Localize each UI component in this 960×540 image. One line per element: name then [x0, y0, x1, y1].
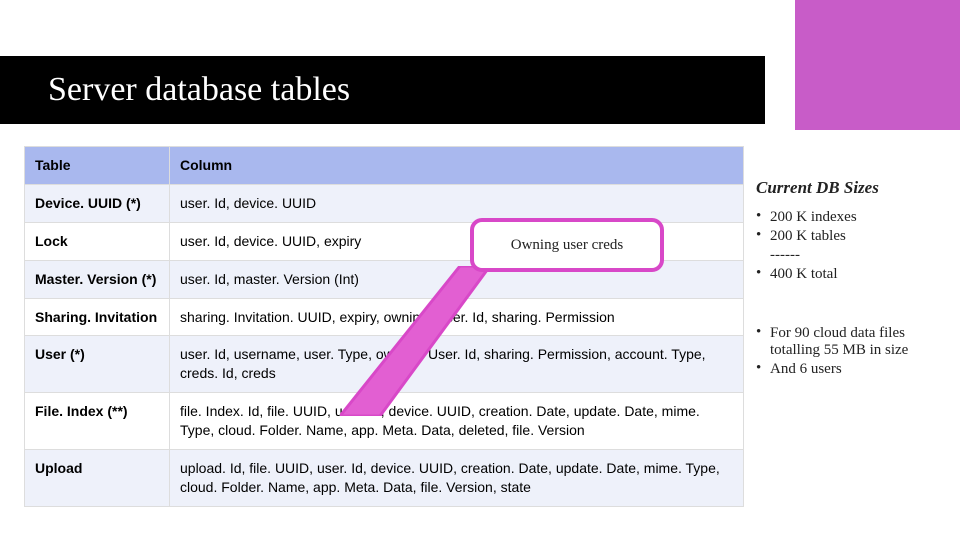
- db-sizes-sidebar: Current DB Sizes 200 K indexes 200 K tab…: [756, 146, 936, 507]
- table-name-cell: Device. UUID (*): [25, 184, 170, 222]
- col-header-table: Table: [25, 147, 170, 185]
- list-item: 200 K tables: [756, 227, 936, 246]
- list-item: ------: [756, 246, 936, 265]
- db-sizes-heading: Current DB Sizes: [756, 178, 936, 198]
- list-item: 200 K indexes: [756, 208, 936, 227]
- owning-user-creds-callout: Owning user creds: [470, 218, 664, 272]
- db-sizes-list-1: 200 K indexes 200 K tables ------ 400 K …: [756, 208, 936, 284]
- table-name-cell: Upload: [25, 450, 170, 507]
- table-name-cell: User (*): [25, 336, 170, 393]
- table-row: Device. UUID (*) user. Id, device. UUID: [25, 184, 744, 222]
- list-item: For 90 cloud data files totalling 55 MB …: [756, 324, 936, 360]
- table-cols-cell: user. Id, device. UUID: [170, 184, 744, 222]
- list-item: And 6 users: [756, 360, 936, 379]
- slide-title-bar: Server database tables: [0, 56, 765, 124]
- table-name-cell: Sharing. Invitation: [25, 298, 170, 336]
- col-header-column: Column: [170, 147, 744, 185]
- slide-title: Server database tables: [48, 71, 350, 109]
- callout-arrow-icon: [340, 266, 500, 416]
- accent-corner-block: [795, 0, 960, 130]
- list-item: 400 K total: [756, 265, 936, 284]
- table-name-cell: Lock: [25, 222, 170, 260]
- db-sizes-list-2: For 90 cloud data files totalling 55 MB …: [756, 324, 936, 379]
- table-cols-cell: upload. Id, file. UUID, user. Id, device…: [170, 450, 744, 507]
- table-name-cell: File. Index (**): [25, 393, 170, 450]
- table-name-cell: Master. Version (*): [25, 260, 170, 298]
- table-row: Upload upload. Id, file. UUID, user. Id,…: [25, 450, 744, 507]
- callout-text: Owning user creds: [511, 236, 623, 254]
